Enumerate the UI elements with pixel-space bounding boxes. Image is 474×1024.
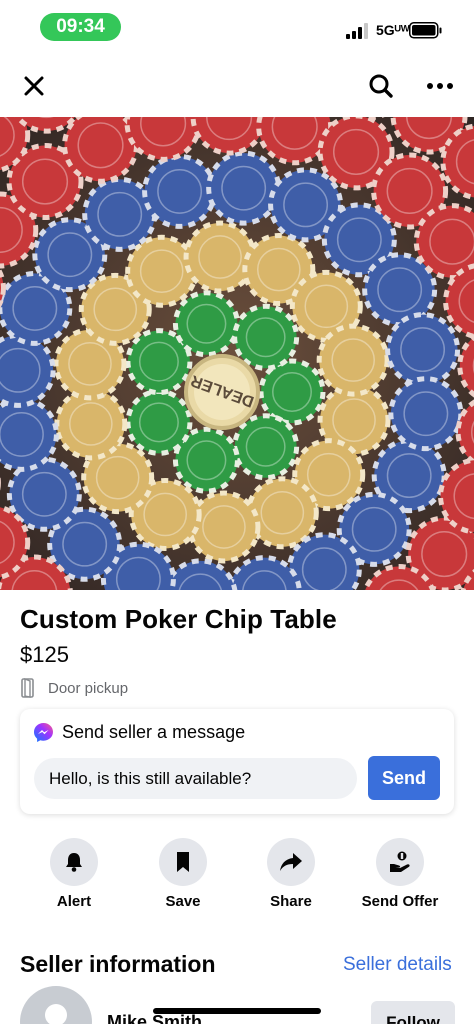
send-button[interactable]: Send — [368, 756, 440, 800]
listing-price: $125 — [20, 642, 69, 667]
save-label: Save — [165, 893, 201, 910]
network-type: 5Gᵁᵂ — [376, 22, 410, 38]
send-offer-button[interactable]: Send Offer — [350, 838, 450, 918]
search-icon — [369, 74, 393, 98]
share-circle — [267, 838, 315, 886]
message-heading: Send seller a message — [33, 720, 245, 744]
pickup-info: Door pickup — [20, 677, 128, 699]
share-button[interactable]: Share — [241, 838, 341, 918]
save-circle — [159, 838, 207, 886]
close-button[interactable] — [14, 66, 54, 106]
offer-icon — [390, 851, 410, 872]
listing-photo[interactable]: DEALER — [0, 117, 474, 590]
more-icon — [427, 83, 453, 89]
cellular-signal-icon — [346, 23, 368, 39]
bell-icon — [66, 853, 82, 872]
messenger-icon — [34, 722, 53, 742]
close-icon — [24, 76, 44, 96]
alert-label: Alert — [56, 893, 92, 910]
avatar-placeholder-icon — [45, 1004, 67, 1024]
share-label: Share — [270, 893, 312, 910]
home-indicator — [153, 1008, 321, 1014]
listing-title: Custom Poker Chip Table — [20, 604, 337, 634]
message-heading-label: Send seller a message — [62, 721, 246, 742]
poker-chips-image: DEALER — [0, 117, 474, 590]
alert-button[interactable]: Alert — [24, 838, 124, 918]
battery-icon — [409, 22, 442, 39]
message-input[interactable] — [34, 758, 357, 799]
seller-info-heading: Seller information — [20, 951, 216, 977]
save-button[interactable]: Save — [133, 838, 233, 918]
send-offer-label: Send Offer — [361, 893, 439, 910]
share-icon — [280, 853, 302, 871]
follow-button[interactable]: Follow — [371, 1001, 455, 1024]
status-time: 09:34 — [40, 13, 121, 41]
bookmark-icon — [177, 852, 189, 872]
status-bar: 09:34 5Gᵁᵂ — [0, 0, 474, 54]
pickup-label: Door pickup — [48, 679, 129, 697]
seller-avatar[interactable] — [20, 986, 92, 1024]
send-offer-circle — [376, 838, 424, 886]
more-options-button[interactable] — [420, 66, 460, 106]
alert-circle — [50, 838, 98, 886]
message-seller-card: Send seller a message Send — [20, 709, 454, 814]
seller-details-link[interactable]: Seller details — [343, 954, 452, 976]
door-icon — [21, 678, 34, 698]
top-navigation — [0, 58, 474, 112]
search-button[interactable] — [361, 66, 401, 106]
